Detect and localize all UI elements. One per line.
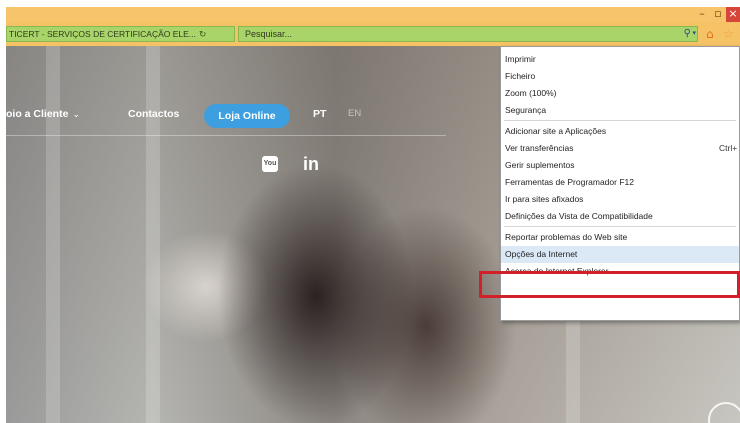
home-icon[interactable]: ⌂ [706,27,714,41]
menu-item-shortcut: Ctrl+ [719,143,738,153]
minimize-icon[interactable]: – [694,7,710,22]
site-navigation: oio a Cliente ⌄ Contactos Loja Online PT … [6,104,426,128]
address-bar[interactable]: TICERT - SERVIÇOS DE CERTIFICAÇÃO ELE...… [6,26,235,42]
search-icon[interactable]: ⚲ [684,27,691,41]
search-placeholder: Pesquisar... [245,29,293,39]
menu-item-label: Segurança [505,105,547,115]
menu-item-label: Opções da Internet [505,249,578,259]
nav-contactos[interactable]: Contactos [128,108,179,120]
hero-background-stripe [146,46,160,423]
linkedin-icon[interactable]: in [303,154,319,175]
window-frame-top [0,0,740,7]
address-text: TICERT - SERVIÇOS DE CERTIFICAÇÃO ELE... [9,29,196,39]
search-input[interactable]: Pesquisar... ⚲ ▾ [238,26,698,42]
favorites-icon[interactable]: ☆ [723,27,734,41]
menu-item[interactable]: Ficheiro [501,68,739,85]
menu-item[interactable]: Ver transferências Ctrl+ [501,140,739,157]
hero-background-stripe [46,46,60,423]
language-en[interactable]: EN [348,108,361,119]
menu-item[interactable]: Gerir suplementos [501,157,739,174]
refresh-icon[interactable]: ↻ [199,30,207,40]
menu-item[interactable]: Reportar problemas do Web site [501,229,739,246]
window-controls: – ▫ × [694,7,740,22]
menu-item-label: Definições da Vista de Compatibilidade [505,211,653,221]
highlight-annotation [479,271,740,298]
search-dropdown-icon[interactable]: ▾ [692,27,696,41]
nav-divider [6,135,446,136]
menu-separator [504,120,736,121]
menu-item[interactable]: Ferramentas de Programador F12 [501,174,739,191]
menu-item-label: Reportar problemas do Web site [505,232,628,242]
browser-title-bar: – ▫ × [6,7,740,22]
menu-item-label: Zoom (100%) [505,88,557,98]
nav-apoio-cliente[interactable]: oio a Cliente ⌄ [6,108,80,120]
menu-item-label: Ferramentas de Programador F12 [505,177,634,187]
menu-separator [504,226,736,227]
menu-item[interactable]: Ir para sites afixados [501,191,739,208]
menu-item-label: Adicionar site a Aplicações [505,126,607,136]
window-frame-left [0,0,6,423]
menu-item[interactable]: Adicionar site a Aplicações [501,123,739,140]
menu-item[interactable]: Zoom (100%) [501,85,739,102]
language-pt[interactable]: PT [313,108,326,120]
menu-item[interactable]: Segurança [501,102,739,119]
menu-item-label: Ficheiro [505,71,536,81]
browser-nav-bar: TICERT - SERVIÇOS DE CERTIFICAÇÃO ELE...… [6,22,740,46]
close-icon[interactable]: × [726,7,740,22]
menu-item[interactable]: Definições da Vista de Compatibilidade [501,208,739,225]
maximize-icon[interactable]: ▫ [710,7,726,22]
youtube-icon[interactable]: You [262,156,278,172]
menu-item-label: Gerir suplementos [505,160,575,170]
menu-item-label: Imprimir [505,54,536,64]
menu-item-label: Ver transferências [505,143,574,153]
menu-item-label: Ir para sites afixados [505,194,584,204]
loja-online-button[interactable]: Loja Online [204,104,290,128]
menu-item[interactable]: Imprimir [501,51,739,68]
chevron-down-icon: ⌄ [72,109,80,119]
menu-item[interactable]: Opções da Internet [501,246,739,263]
